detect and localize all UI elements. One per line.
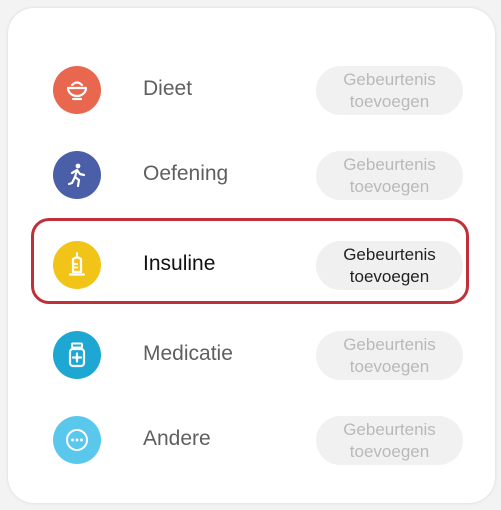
add-event-button[interactable]: Gebeurtenis toevoegen (316, 151, 463, 200)
add-event-button-line1: Gebeurtenis (343, 334, 436, 354)
running-icon (67, 163, 86, 188)
event-label: Insuline (143, 252, 216, 275)
add-event-button-line1: Gebeurtenis (343, 419, 436, 439)
event-row-medicatie[interactable]: Medicatie Gebeurtenis toevoegen (0, 311, 501, 397)
event-label: Oefening (143, 162, 229, 185)
other-icon-circle (53, 416, 101, 464)
add-event-button[interactable]: Gebeurtenis toevoegen (316, 241, 463, 290)
add-event-button-line2: toevoegen (349, 91, 430, 111)
add-event-button[interactable]: Gebeurtenis toevoegen (316, 331, 463, 380)
add-event-button-line2: toevoegen (349, 356, 430, 376)
exercise-icon-circle (53, 151, 101, 199)
add-event-button-line1: Gebeurtenis (343, 244, 436, 264)
medication-icon-circle (53, 331, 101, 379)
add-event-button-line2: toevoegen (349, 441, 430, 461)
add-event-button-line2: toevoegen (349, 176, 430, 196)
add-event-button-line1: Gebeurtenis (343, 69, 436, 89)
event-row-dieet[interactable]: Dieet Gebeurtenis toevoegen (0, 46, 501, 132)
add-event-button[interactable]: Gebeurtenis toevoegen (316, 66, 463, 115)
add-event-button-line2: toevoegen (349, 266, 430, 286)
bowl-icon (66, 81, 88, 101)
event-row-oefening[interactable]: Oefening Gebeurtenis toevoegen (0, 131, 501, 217)
insulin-icon-circle (53, 241, 101, 289)
event-row-insuline[interactable]: Insuline Gebeurtenis toevoegen (0, 221, 501, 307)
diet-icon-circle (53, 66, 101, 114)
event-label: Dieet (143, 77, 193, 100)
event-row-andere[interactable]: Andere Gebeurtenis toevoegen (0, 396, 501, 482)
pill-bottle-icon (68, 342, 86, 368)
more-icon (66, 429, 88, 451)
add-event-button[interactable]: Gebeurtenis toevoegen (316, 416, 463, 465)
event-label: Andere (143, 427, 211, 450)
add-event-button-line1: Gebeurtenis (343, 154, 436, 174)
event-label: Medicatie (143, 342, 233, 365)
syringe-icon (68, 252, 86, 276)
